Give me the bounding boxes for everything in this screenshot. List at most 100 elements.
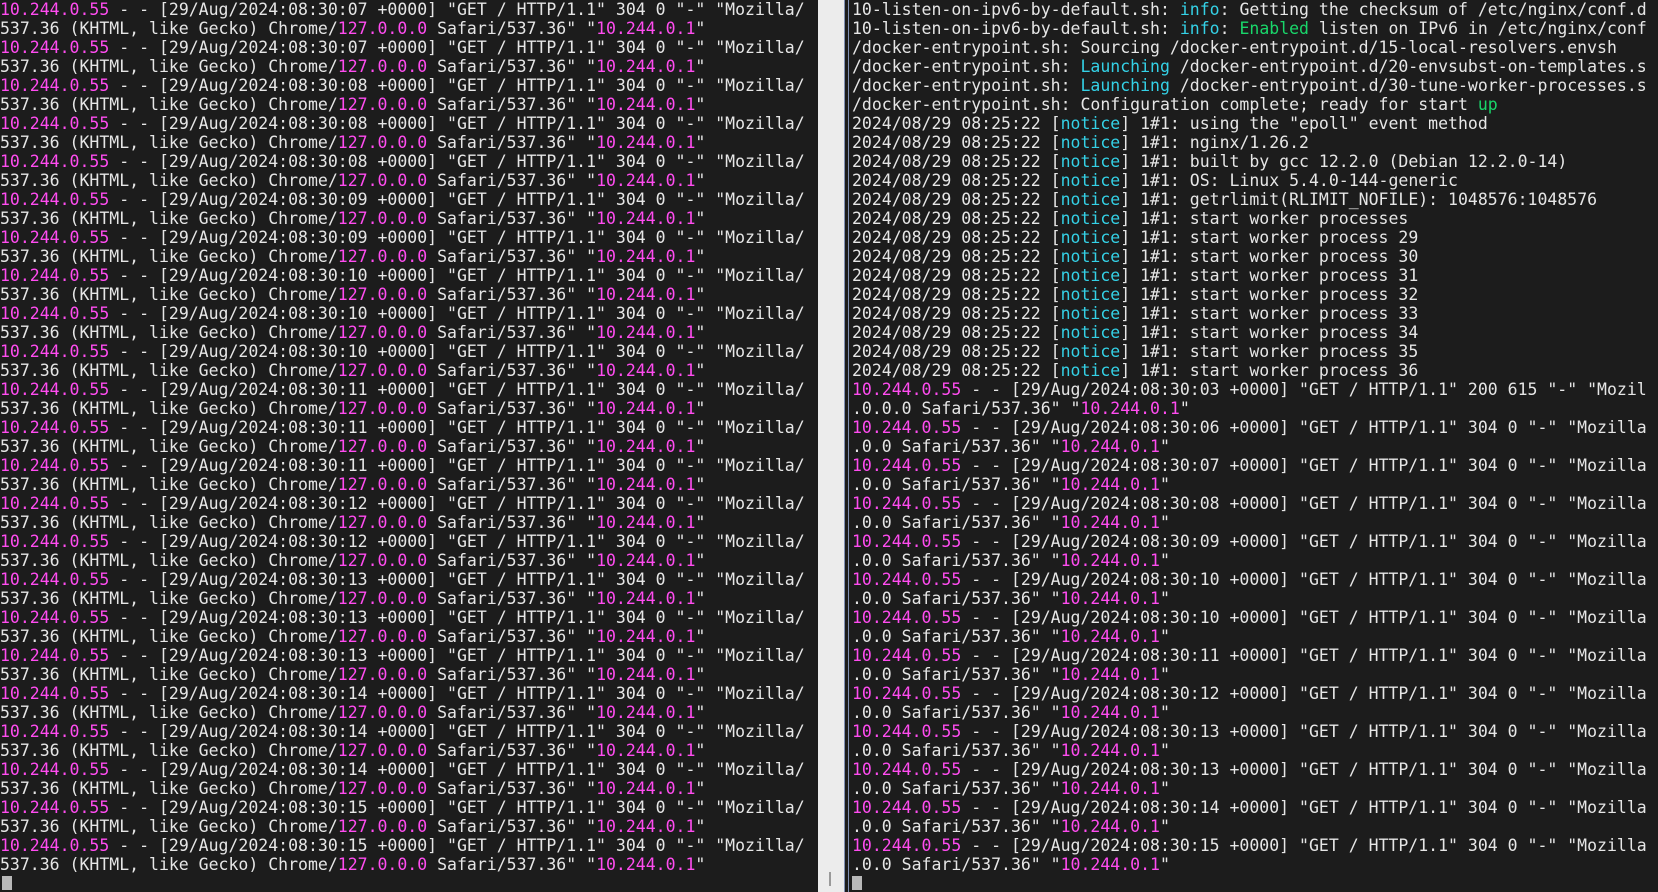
log-segment: 10.244.0.55 <box>852 380 962 399</box>
log-line: 10-listen-on-ipv6-by-default.sh: info: G… <box>852 0 1658 19</box>
log-line: 10.244.0.55 - - [29/Aug/2024:08:30:09 +0… <box>852 532 1658 551</box>
log-line: 10.244.0.55 - - [29/Aug/2024:08:30:10 +0… <box>0 304 818 323</box>
log-segment: 537.36 (KHTML, like Gecko) Chrome/ <box>0 437 338 456</box>
log-segment: " <box>695 133 706 152</box>
log-segment: 2024/08/29 08:25:22 [ <box>852 114 1061 133</box>
log-line: 2024/08/29 08:25:22 [notice] 1#1: start … <box>852 247 1658 266</box>
log-line: 537.36 (KHTML, like Gecko) Chrome/127.0.… <box>0 361 818 380</box>
log-line: 537.36 (KHTML, like Gecko) Chrome/127.0.… <box>0 399 818 418</box>
log-segment: 10-listen-on-ipv6-by-default.sh: <box>852 0 1180 19</box>
log-segment: " <box>1179 399 1190 418</box>
splitter-handle[interactable] <box>829 872 831 886</box>
log-segment: " <box>695 513 706 532</box>
log-segment: " <box>1159 589 1170 608</box>
log-segment: 537.36 (KHTML, like Gecko) Chrome/ <box>0 209 338 228</box>
log-line: 10.244.0.55 - - [29/Aug/2024:08:30:10 +0… <box>0 342 818 361</box>
log-segment: 537.36 (KHTML, like Gecko) Chrome/ <box>0 95 338 114</box>
log-segment: 10.244.0.1 <box>1060 855 1160 874</box>
log-segment: - - [29/Aug/2024:08:30:09 +0000] "GET / … <box>109 228 805 247</box>
log-segment: notice <box>1060 228 1121 247</box>
log-segment: " <box>695 171 706 190</box>
log-segment: 2024/08/29 08:25:22 [ <box>852 323 1061 342</box>
log-segment: 127.0.0.0 <box>337 741 428 760</box>
log-line: .0.0.0 Safari/537.36" "10.244.0.1" <box>852 399 1658 418</box>
log-segment: - - [29/Aug/2024:08:30:11 +0000] "GET / … <box>109 418 805 437</box>
left-terminal-pane[interactable]: 10.244.0.55 - - [29/Aug/2024:08:30:07 +0… <box>0 0 818 892</box>
log-segment: 10.244.0.1 <box>1060 627 1160 646</box>
log-segment: " <box>695 209 706 228</box>
log-segment: /docker-entrypoint.sh: Sourcing /docker-… <box>852 38 1617 57</box>
log-segment: 2024/08/29 08:25:22 [ <box>852 209 1061 228</box>
log-segment: 537.36 (KHTML, like Gecko) Chrome/ <box>0 551 338 570</box>
log-segment: - - [29/Aug/2024:08:30:09 +0000] "GET / … <box>109 190 805 209</box>
log-segment: 10.244.0.55 <box>852 798 962 817</box>
log-line: .0.0 Safari/537.36" "10.244.0.1" <box>852 817 1658 836</box>
log-segment: .0.0 Safari/537.36" " <box>852 627 1061 646</box>
log-segment: - - [29/Aug/2024:08:30:15 +0000] "GET / … <box>109 798 805 817</box>
log-segment: Safari/537.36" " <box>427 323 597 342</box>
log-segment: ] 1#1: using the "epoll" event method <box>1120 114 1488 133</box>
log-line: 10.244.0.55 - - [29/Aug/2024:08:30:08 +0… <box>0 152 818 171</box>
log-segment: 537.36 (KHTML, like Gecko) Chrome/ <box>0 741 338 760</box>
log-segment: " <box>695 19 706 38</box>
log-segment: 127.0.0.0 <box>337 475 428 494</box>
log-line: .0.0 Safari/537.36" "10.244.0.1" <box>852 589 1658 608</box>
log-segment: Safari/537.36" " <box>427 551 597 570</box>
log-line: 2024/08/29 08:25:22 [notice] 1#1: nginx/… <box>852 133 1658 152</box>
log-segment: " <box>695 703 706 722</box>
log-line: .0.0 Safari/537.36" "10.244.0.1" <box>852 437 1658 456</box>
log-segment: - - [29/Aug/2024:08:30:07 +0000] "GET / … <box>109 0 805 19</box>
right-terminal-pane[interactable]: 10-listen-on-ipv6-by-default.sh: info: G… <box>852 0 1658 892</box>
log-line: 2024/08/29 08:25:22 [notice] 1#1: start … <box>852 304 1658 323</box>
log-line: 10.244.0.55 - - [29/Aug/2024:08:30:15 +0… <box>0 798 818 817</box>
log-segment: info <box>1179 19 1220 38</box>
log-segment: 537.36 (KHTML, like Gecko) Chrome/ <box>0 19 338 38</box>
log-segment: 10.244.0.55 <box>0 76 110 95</box>
log-segment: - - [29/Aug/2024:08:30:12 +0000] "GET / … <box>961 684 1647 703</box>
log-line: /docker-entrypoint.sh: Sourcing /docker-… <box>852 38 1658 57</box>
log-line: 2024/08/29 08:25:22 [notice] 1#1: start … <box>852 342 1658 361</box>
log-segment: " <box>1159 855 1170 874</box>
log-segment: Safari/537.36" " <box>427 437 597 456</box>
left-terminal-cursor <box>2 876 12 890</box>
log-segment: 10.244.0.55 <box>0 0 110 19</box>
log-segment: 2024/08/29 08:25:22 [ <box>852 133 1061 152</box>
log-line: 10.244.0.55 - - [29/Aug/2024:08:30:14 +0… <box>0 722 818 741</box>
log-segment: 127.0.0.0 <box>337 361 428 380</box>
log-segment: 10.244.0.1 <box>596 95 696 114</box>
log-segment: 537.36 (KHTML, like Gecko) Chrome/ <box>0 779 338 798</box>
log-segment: ] 1#1: start worker processes <box>1120 209 1409 228</box>
log-segment: 537.36 (KHTML, like Gecko) Chrome/ <box>0 475 338 494</box>
log-segment: 2024/08/29 08:25:22 [ <box>852 342 1061 361</box>
log-segment: /docker-entrypoint.sh: <box>852 76 1081 95</box>
log-segment: 537.36 (KHTML, like Gecko) Chrome/ <box>0 589 338 608</box>
log-segment: Launching <box>1080 57 1170 76</box>
log-segment: 10.244.0.55 <box>852 646 962 665</box>
log-segment: 2024/08/29 08:25:22 [ <box>852 190 1061 209</box>
log-segment: Safari/537.36" " <box>427 133 597 152</box>
log-segment: 537.36 (KHTML, like Gecko) Chrome/ <box>0 361 338 380</box>
log-segment: 127.0.0.0 <box>337 95 428 114</box>
log-segment: 127.0.0.0 <box>337 855 428 874</box>
log-segment: 10.244.0.1 <box>1060 513 1160 532</box>
log-line: .0.0 Safari/537.36" "10.244.0.1" <box>852 703 1658 722</box>
log-segment: 10.244.0.55 <box>852 570 962 589</box>
log-line: .0.0 Safari/537.36" "10.244.0.1" <box>852 513 1658 532</box>
log-segment: up <box>1477 95 1498 114</box>
log-line: 537.36 (KHTML, like Gecko) Chrome/127.0.… <box>0 627 818 646</box>
log-segment: 10.244.0.1 <box>596 19 696 38</box>
pane-splitter[interactable] <box>818 0 844 892</box>
log-segment: - - [29/Aug/2024:08:30:14 +0000] "GET / … <box>109 684 805 703</box>
log-segment: Safari/537.36" " <box>427 171 597 190</box>
log-line: 10.244.0.55 - - [29/Aug/2024:08:30:09 +0… <box>0 228 818 247</box>
pane-divider-left <box>844 0 845 892</box>
log-segment: " <box>695 399 706 418</box>
log-segment: Safari/537.36" " <box>427 703 597 722</box>
log-segment: 127.0.0.0 <box>337 665 428 684</box>
log-segment: 537.36 (KHTML, like Gecko) Chrome/ <box>0 703 338 722</box>
log-line: 10.244.0.55 - - [29/Aug/2024:08:30:07 +0… <box>852 456 1658 475</box>
log-segment: - - [29/Aug/2024:08:30:09 +0000] "GET / … <box>961 532 1647 551</box>
log-segment: - - [29/Aug/2024:08:30:14 +0000] "GET / … <box>109 722 805 741</box>
log-segment: Safari/537.36" " <box>427 247 597 266</box>
log-segment: .0.0 Safari/537.36" " <box>852 589 1061 608</box>
